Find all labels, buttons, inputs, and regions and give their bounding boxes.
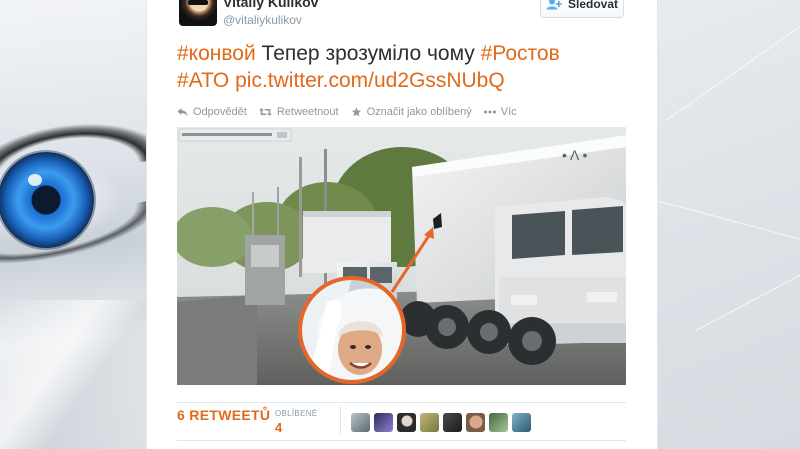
retweeter-avatar[interactable] <box>351 413 370 432</box>
retweet-count[interactable]: 6 RETWEETŮ <box>177 407 270 423</box>
avatar-glasses <box>188 0 208 5</box>
hashtag-link[interactable]: #конвой <box>177 42 256 65</box>
favorite-button[interactable]: Označit jako oblíbený <box>351 106 472 118</box>
follow-button[interactable]: Sledovat <box>540 0 624 18</box>
tweet-text-body: Тепер зрозуміло чому <box>255 42 481 65</box>
truck-marking: • Λ • <box>562 147 587 163</box>
more-button[interactable]: Víc <box>483 106 517 118</box>
tweet-photo[interactable]: • Λ • <box>177 127 626 385</box>
stats-divider-top <box>177 402 626 403</box>
more-label: Víc <box>500 106 517 118</box>
reply-icon <box>177 108 188 116</box>
background-pattern <box>656 0 800 449</box>
favorite-label: Označit jako oblíbený <box>366 106 472 118</box>
photo-convoy-trucks: • Λ • <box>177 127 626 385</box>
hashtag-link[interactable]: #Ростов <box>481 42 560 65</box>
author-handle[interactable]: @vitaliykulikov <box>223 13 302 27</box>
tweet-text: #конвой Тепер зрозуміло чому #Ростов #АТ… <box>177 40 637 94</box>
retweet-label: Retweetnout <box>276 106 339 118</box>
retweeter-avatar[interactable] <box>374 413 393 432</box>
background-line <box>656 200 800 258</box>
retweeter-avatar[interactable] <box>489 413 508 432</box>
retweet-count-label: RETWEETŮ <box>189 407 271 423</box>
reply-label: Odpovědět <box>193 106 247 118</box>
favorite-count-label: OBLÍBENÉ <box>275 409 318 418</box>
background-shard <box>0 300 146 449</box>
add-user-icon <box>546 0 562 10</box>
background-line <box>695 226 800 331</box>
tweet-card: Vitaliy Kulikov @vitaliykulikov Sledovat… <box>146 0 658 449</box>
follow-label: Sledovat <box>567 0 618 11</box>
retweet-button[interactable]: Retweetnout <box>258 106 339 118</box>
retweet-icon <box>258 108 272 116</box>
retweeter-avatars <box>351 413 531 432</box>
background-line <box>665 0 800 121</box>
retweet-number: 6 <box>177 407 186 423</box>
favorite-count[interactable]: 4 <box>275 420 282 435</box>
reply-button[interactable]: Odpovědět <box>177 106 247 118</box>
retweeter-avatar[interactable] <box>397 413 416 432</box>
stats-separator <box>340 406 341 434</box>
retweeter-avatar[interactable] <box>466 413 485 432</box>
star-icon <box>351 107 361 117</box>
avatar[interactable] <box>179 0 217 26</box>
stats-divider-bottom <box>177 440 626 441</box>
hashtag-link[interactable]: #АТО <box>177 69 229 92</box>
retweeter-avatar[interactable] <box>443 413 462 432</box>
retweeter-avatar[interactable] <box>512 413 531 432</box>
author-name[interactable]: Vitaliy Kulikov <box>223 0 318 10</box>
media-link[interactable]: pic.twitter.com/ud2GssNUbQ <box>235 69 505 92</box>
tweet-actions: Odpovědět Retweetnout Označit jako oblíb… <box>177 106 517 118</box>
retweeter-avatar[interactable] <box>420 413 439 432</box>
background-image-eye <box>0 0 146 449</box>
more-dots-icon <box>483 110 496 114</box>
